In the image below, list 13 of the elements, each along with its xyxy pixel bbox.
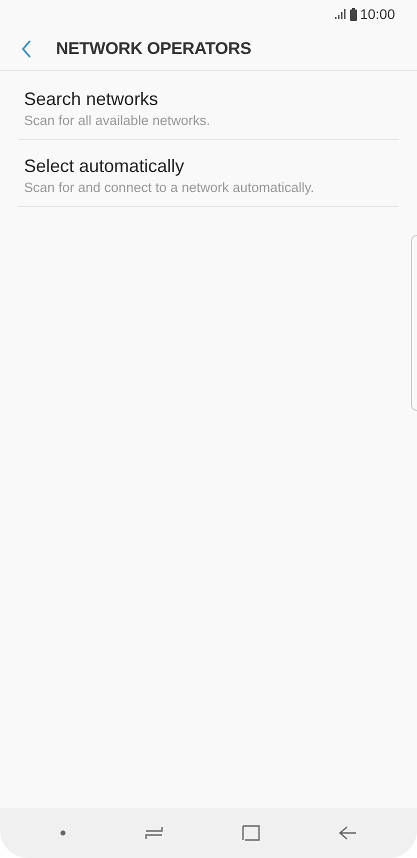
clock: 10:00 xyxy=(360,6,395,22)
item-title[interactable]: Select automatically xyxy=(24,156,393,177)
page-title: NETWORK OPERATORS xyxy=(56,39,252,59)
edge-panel-handle[interactable] xyxy=(411,235,417,411)
item-title[interactable]: Search networks xyxy=(24,89,393,110)
battery-icon xyxy=(350,8,357,20)
home-icon[interactable] xyxy=(242,824,260,842)
recent-apps-icon[interactable] xyxy=(144,826,163,840)
item-subtitle: Scan for and connect to a network automatically. xyxy=(24,180,316,195)
dot-icon[interactable] xyxy=(60,830,66,836)
item-subtitle: Scan for all available networks. xyxy=(24,113,212,128)
signal-icon xyxy=(334,9,347,19)
back-icon[interactable] xyxy=(339,826,358,840)
